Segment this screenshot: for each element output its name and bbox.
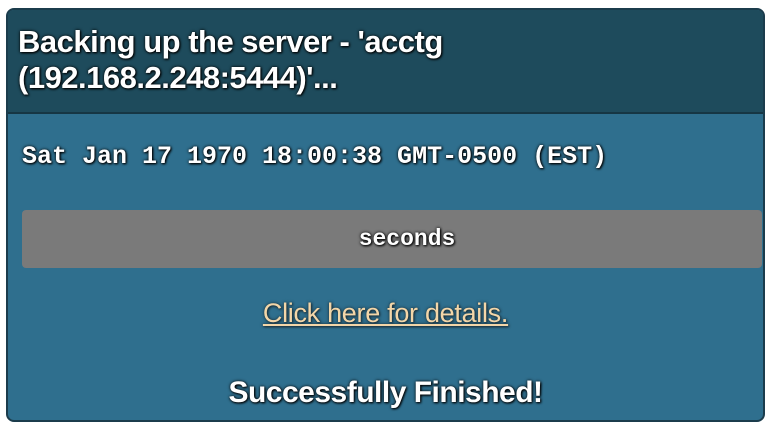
progress-bar: seconds — [22, 210, 762, 268]
dialog-header: Backing up the server - 'acctg (192.168.… — [8, 10, 763, 114]
backup-dialog: Backing up the server - 'acctg (192.168.… — [6, 8, 765, 422]
backup-timestamp: Sat Jan 17 1970 18:00:38 GMT-0500 (EST) — [22, 142, 608, 171]
progress-label: seconds — [358, 226, 456, 252]
status-message: Successfully Finished! — [228, 376, 543, 409]
details-link[interactable]: Click here for details. — [8, 298, 763, 329]
dialog-title: Backing up the server - 'acctg (192.168.… — [18, 24, 443, 95]
